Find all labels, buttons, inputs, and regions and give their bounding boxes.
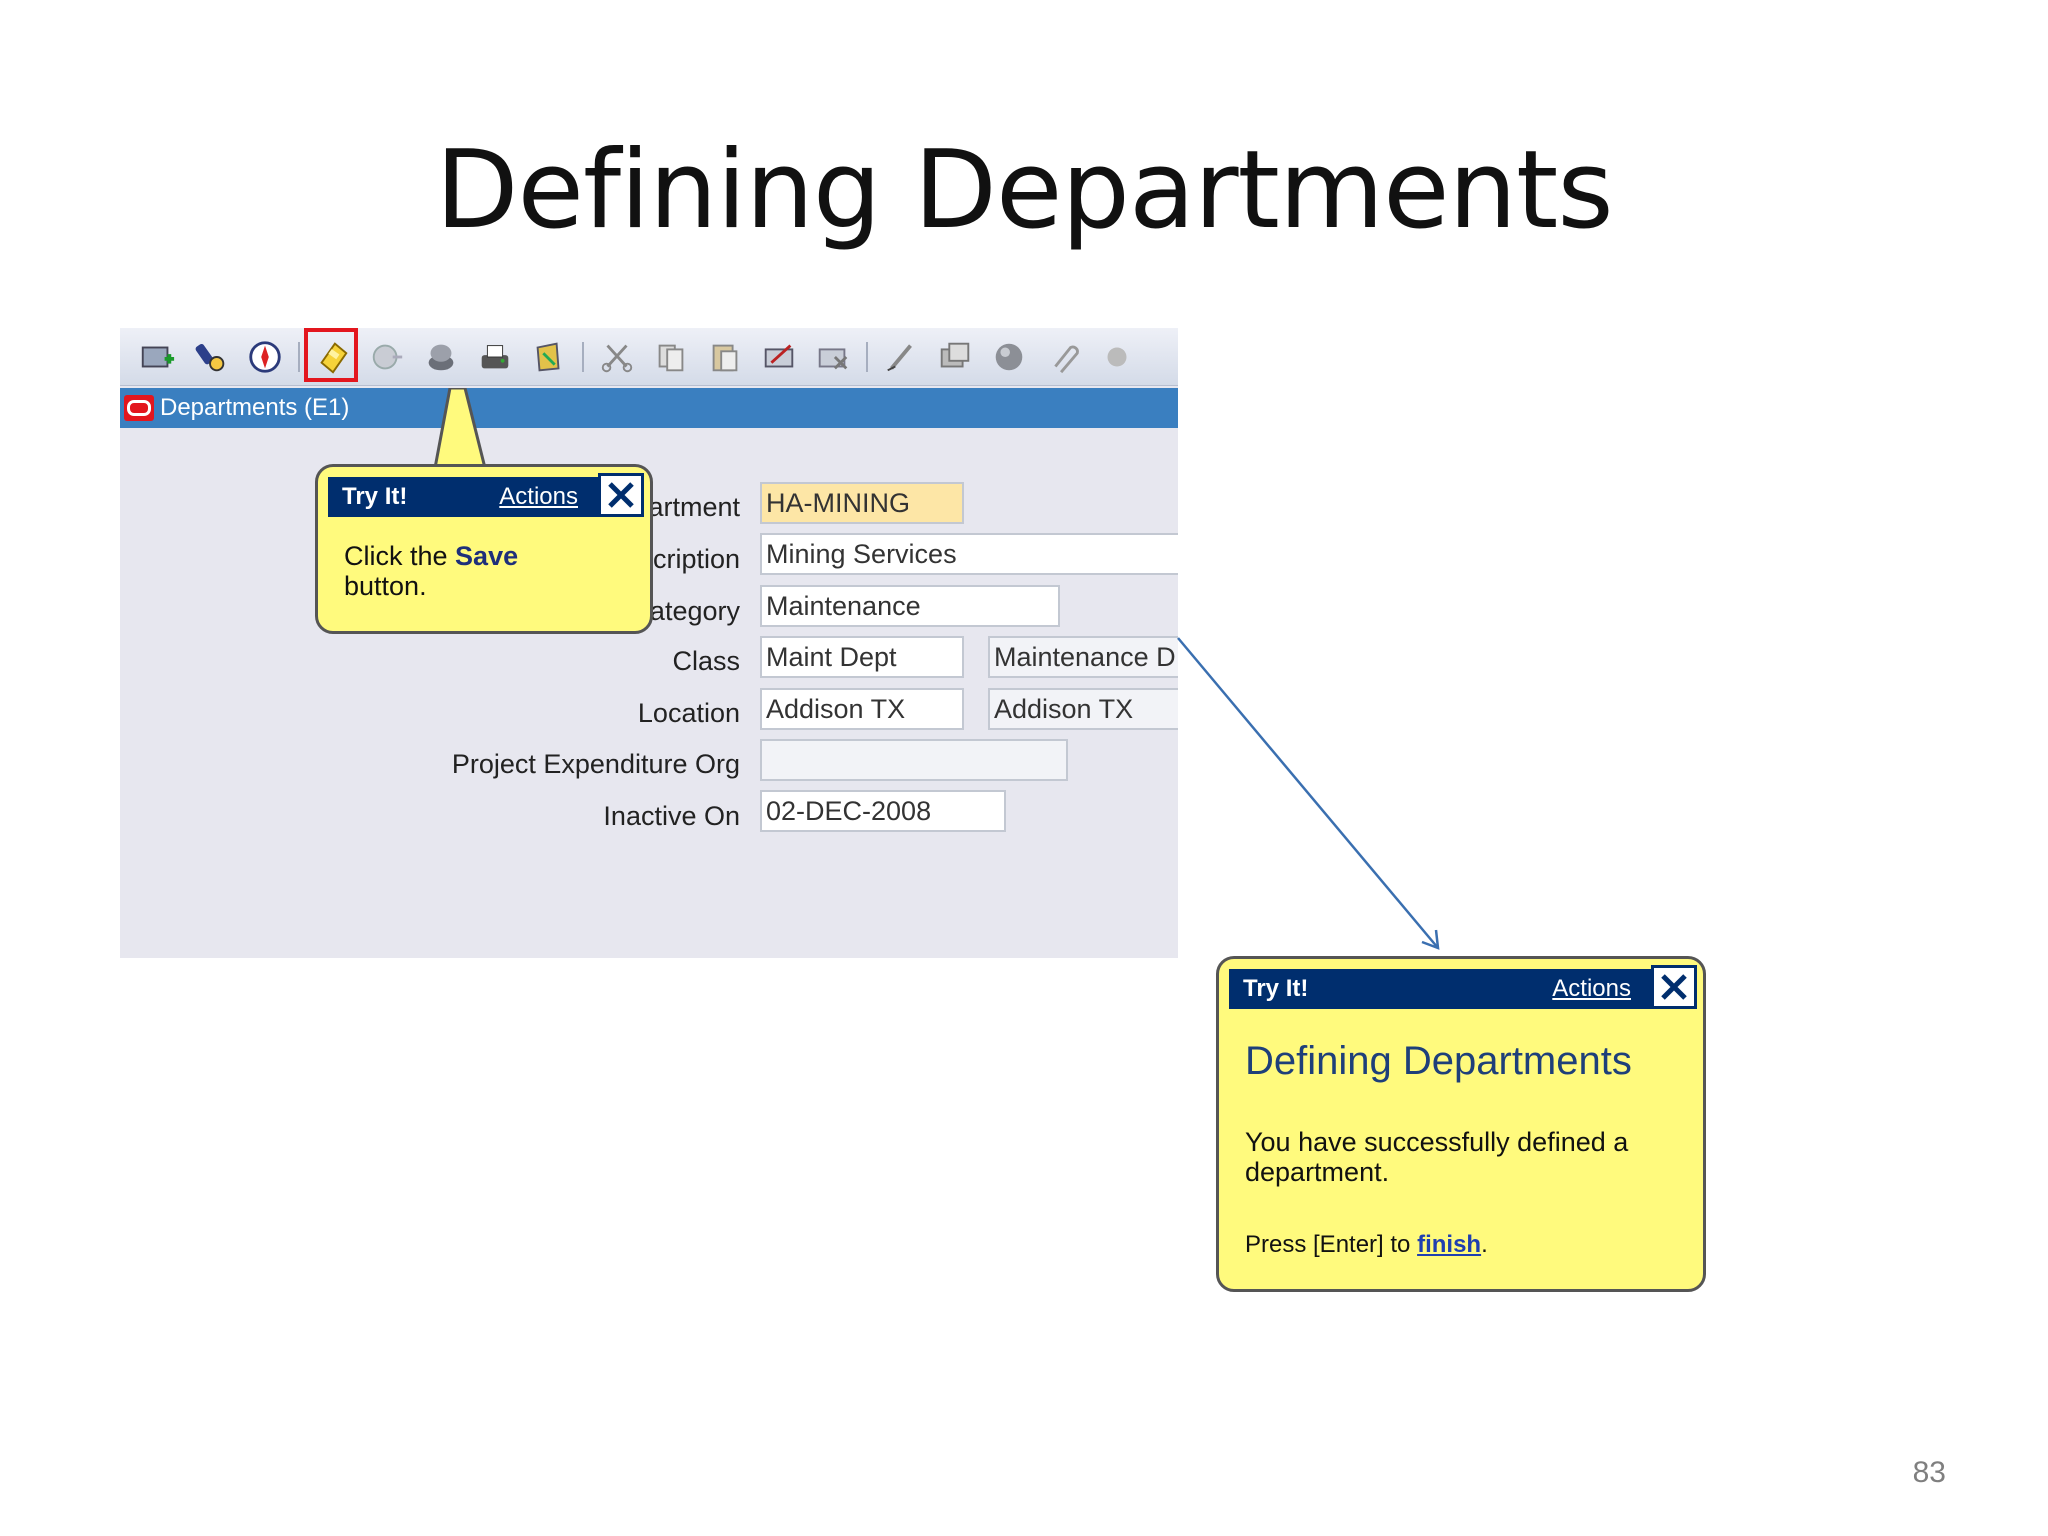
next-step-icon[interactable] bbox=[364, 334, 410, 380]
switch-responsibility-icon[interactable] bbox=[418, 334, 464, 380]
project-expenditure-org-label: Project Expenditure Org bbox=[451, 749, 740, 779]
close-icon[interactable] bbox=[598, 473, 644, 517]
close-icon[interactable] bbox=[1651, 965, 1697, 1009]
save-icon[interactable] bbox=[304, 328, 358, 382]
slide-number: 83 bbox=[1912, 1456, 1946, 1489]
close-form-icon[interactable] bbox=[526, 334, 572, 380]
bubble-pointer bbox=[433, 388, 487, 468]
copy-icon[interactable] bbox=[648, 334, 694, 380]
class-label: Class bbox=[672, 646, 740, 676]
try-it-label: Try It! bbox=[1243, 975, 1309, 1002]
print-icon[interactable] bbox=[472, 334, 518, 380]
attachments-icon[interactable] bbox=[1040, 334, 1086, 380]
new-icon[interactable] bbox=[134, 334, 180, 380]
inactive-on-field[interactable]: 02-DEC-2008 bbox=[760, 790, 1006, 832]
edit-field-icon[interactable] bbox=[878, 334, 924, 380]
press-suffix: . bbox=[1481, 1231, 1488, 1258]
window-title-bar: Departments (E1) bbox=[120, 388, 1178, 428]
class-description-field: Maintenance D bbox=[988, 636, 1178, 678]
toolbar-separator bbox=[298, 341, 300, 372]
instruction-suffix: button. bbox=[344, 571, 427, 601]
instruction-prefix: Click the bbox=[344, 541, 456, 571]
slide-title: Defining Departments bbox=[435, 128, 1613, 253]
location-label: Location bbox=[637, 698, 740, 728]
toolbar-separator bbox=[866, 341, 868, 372]
press-prefix: Press [Enter] to bbox=[1245, 1231, 1418, 1258]
location-field[interactable]: Addison TX bbox=[760, 688, 964, 730]
try-it-bubble-complete: Try It! Actions Defining Departments You… bbox=[1216, 956, 1706, 1292]
bubble-press-instruction: Press [Enter] to finish. bbox=[1245, 1231, 1488, 1259]
class-field[interactable]: Maint Dept bbox=[760, 636, 964, 678]
location-description-field: Addison TX bbox=[988, 688, 1178, 730]
delete-record-icon[interactable] bbox=[810, 334, 856, 380]
actions-link[interactable]: Actions bbox=[1552, 975, 1631, 1003]
paste-icon[interactable] bbox=[702, 334, 748, 380]
toolbar-separator bbox=[582, 341, 584, 372]
zoom-icon[interactable] bbox=[932, 334, 978, 380]
actions-link[interactable]: Actions bbox=[499, 483, 578, 511]
folder-tools-icon[interactable] bbox=[1094, 334, 1140, 380]
try-it-bubble-save: Try It! Actions Click the Save button. bbox=[315, 464, 653, 634]
navigator-icon[interactable] bbox=[242, 334, 288, 380]
instruction-save-word: Save bbox=[455, 541, 519, 571]
bubble-message: You have successfully defined a departme… bbox=[1245, 1127, 1629, 1187]
project-expenditure-org-field[interactable] bbox=[760, 739, 1068, 781]
bubble-instruction: Click the Save button. bbox=[344, 541, 518, 601]
finish-link[interactable]: finish bbox=[1417, 1231, 1481, 1258]
save-highlight-box bbox=[304, 328, 358, 382]
oracle-form-screenshot: Departments (E1) Department Description … bbox=[120, 328, 1178, 958]
bubble-header: Try It! Actions bbox=[328, 477, 640, 517]
bubble-title: Defining Departments bbox=[1245, 1039, 1632, 1083]
description-field[interactable]: Mining Services bbox=[760, 533, 1178, 575]
bubble-header: Try It! Actions bbox=[1229, 969, 1693, 1009]
connector-arrow bbox=[1177, 637, 1440, 950]
department-field[interactable]: HA-MINING bbox=[760, 482, 964, 524]
clear-record-icon[interactable] bbox=[756, 334, 802, 380]
translations-icon[interactable] bbox=[986, 334, 1032, 380]
category-field[interactable]: Maintenance bbox=[760, 585, 1060, 627]
toolbar bbox=[120, 328, 1178, 386]
find-icon[interactable] bbox=[188, 334, 234, 380]
oracle-logo-icon bbox=[124, 395, 154, 421]
inactive-on-label: Inactive On bbox=[603, 801, 740, 831]
cut-icon[interactable] bbox=[594, 334, 640, 380]
window-title: Departments (E1) bbox=[160, 394, 350, 421]
try-it-label: Try It! bbox=[342, 483, 408, 510]
